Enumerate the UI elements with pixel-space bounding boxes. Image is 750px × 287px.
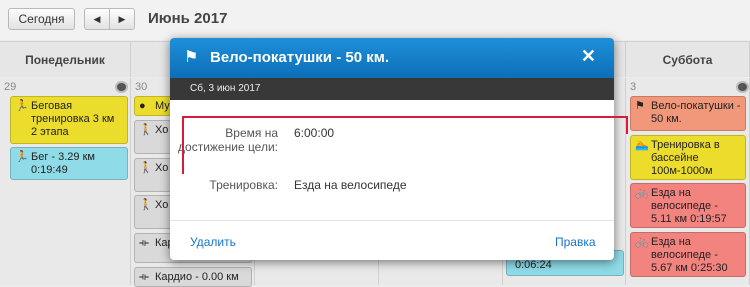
dialog-date: Сб, 3 июн 2017 <box>170 78 614 100</box>
walker-icon: 🚶 <box>139 199 153 211</box>
close-icon[interactable]: ✕ <box>581 46 596 67</box>
today-button[interactable]: Сегодня <box>8 8 75 30</box>
dumbbell-icon: ⟛ <box>139 271 149 283</box>
dot-icon: ● <box>139 100 146 112</box>
flag-icon: ⚑ <box>184 49 199 66</box>
event-card[interactable]: 🏃 Бег - 3.29 км 0:19:49 <box>10 147 128 180</box>
highlight-line <box>182 116 628 118</box>
event-label: Му <box>155 100 170 112</box>
event-card[interactable]: ⚑ Вело-покатушки - 50 км. <box>630 96 746 131</box>
event-label: Беговая тренировка 3 км 2 этапа <box>31 100 115 138</box>
highlight-line <box>626 116 628 134</box>
event-card[interactable]: 🚲 Езда на велосипеде - 5.11 км 0:19:57 <box>630 183 746 228</box>
goal-time-value: 6:00:00 <box>294 126 335 140</box>
swimmer-icon: 🏊 <box>635 139 649 151</box>
goal-time-label: Время на достижение цели: <box>178 126 278 154</box>
prev-month-button[interactable]: ◀ <box>84 8 110 30</box>
event-label: 0:06:24 <box>515 259 552 271</box>
dialog-title: Вело-покатушки - 50 км. <box>210 49 389 66</box>
event-details-dialog: ⚑ Вело-покатушки - 50 км. ✕ Сб, 3 июн 20… <box>170 38 614 260</box>
runner-icon: 🏃 <box>15 100 29 112</box>
event-label: Кардио - 0.00 км <box>155 271 239 283</box>
month-title: Июнь 2017 <box>148 10 228 27</box>
dialog-header: ⚑ Вело-покатушки - 50 км. ✕ <box>170 38 614 78</box>
camera-icon[interactable] <box>115 81 128 93</box>
workout-value: Езда на велосипеде <box>294 178 407 192</box>
bicycle-icon: 🚲 <box>635 236 649 248</box>
event-card[interactable]: 🏃 Беговая тренировка 3 км 2 этапа <box>10 96 128 144</box>
workout-label: Тренировка: <box>209 178 278 192</box>
event-label: Вело-покатушки - 50 км. <box>651 100 741 125</box>
day-header-monday: Понедельник <box>0 41 131 77</box>
event-card[interactable]: ⟛ Кардио - 0.00 км <box>134 267 252 287</box>
dumbbell-icon: ⟛ <box>139 237 149 249</box>
day-number: 3 <box>630 81 637 93</box>
event-label: Тренировка в бассейне 100м-1000м <box>651 139 720 177</box>
event-label: Езда на велосипеде - 5.11 км 0:19:57 <box>651 187 727 225</box>
day-number: 29 <box>4 81 17 93</box>
camera-icon[interactable] <box>736 81 749 93</box>
flag-icon: ⚑ <box>635 100 645 112</box>
arrow-left-icon: ◀ <box>93 13 101 24</box>
calendar-toolbar: Сегодня ◀ ▶ Июнь 2017 <box>0 0 750 40</box>
day-number: 30 <box>135 81 148 93</box>
event-label: Бег - 3.29 км 0:19:49 <box>31 151 95 176</box>
walker-icon: 🚶 <box>139 124 153 136</box>
event-label: Езда на велосипеде - 5.67 км 0:25:30 <box>651 236 728 274</box>
day-header-saturday: Суббота <box>626 41 750 77</box>
highlight-line <box>182 116 184 174</box>
edit-link[interactable]: Правка <box>555 235 596 249</box>
walker-icon: 🚶 <box>139 162 153 174</box>
bicycle-icon: 🚲 <box>635 187 649 199</box>
event-card[interactable]: 🚲 Езда на велосипеде - 5.67 км 0:25:30 <box>630 232 746 277</box>
event-card[interactable]: 🏊 Тренировка в бассейне 100м-1000м <box>630 135 746 180</box>
runner-icon: 🏃 <box>15 151 29 163</box>
delete-link[interactable]: Удалить <box>190 235 236 249</box>
dialog-footer: Удалить Правка <box>170 220 614 260</box>
arrow-right-icon: ▶ <box>118 13 126 24</box>
next-month-button[interactable]: ▶ <box>109 8 135 30</box>
